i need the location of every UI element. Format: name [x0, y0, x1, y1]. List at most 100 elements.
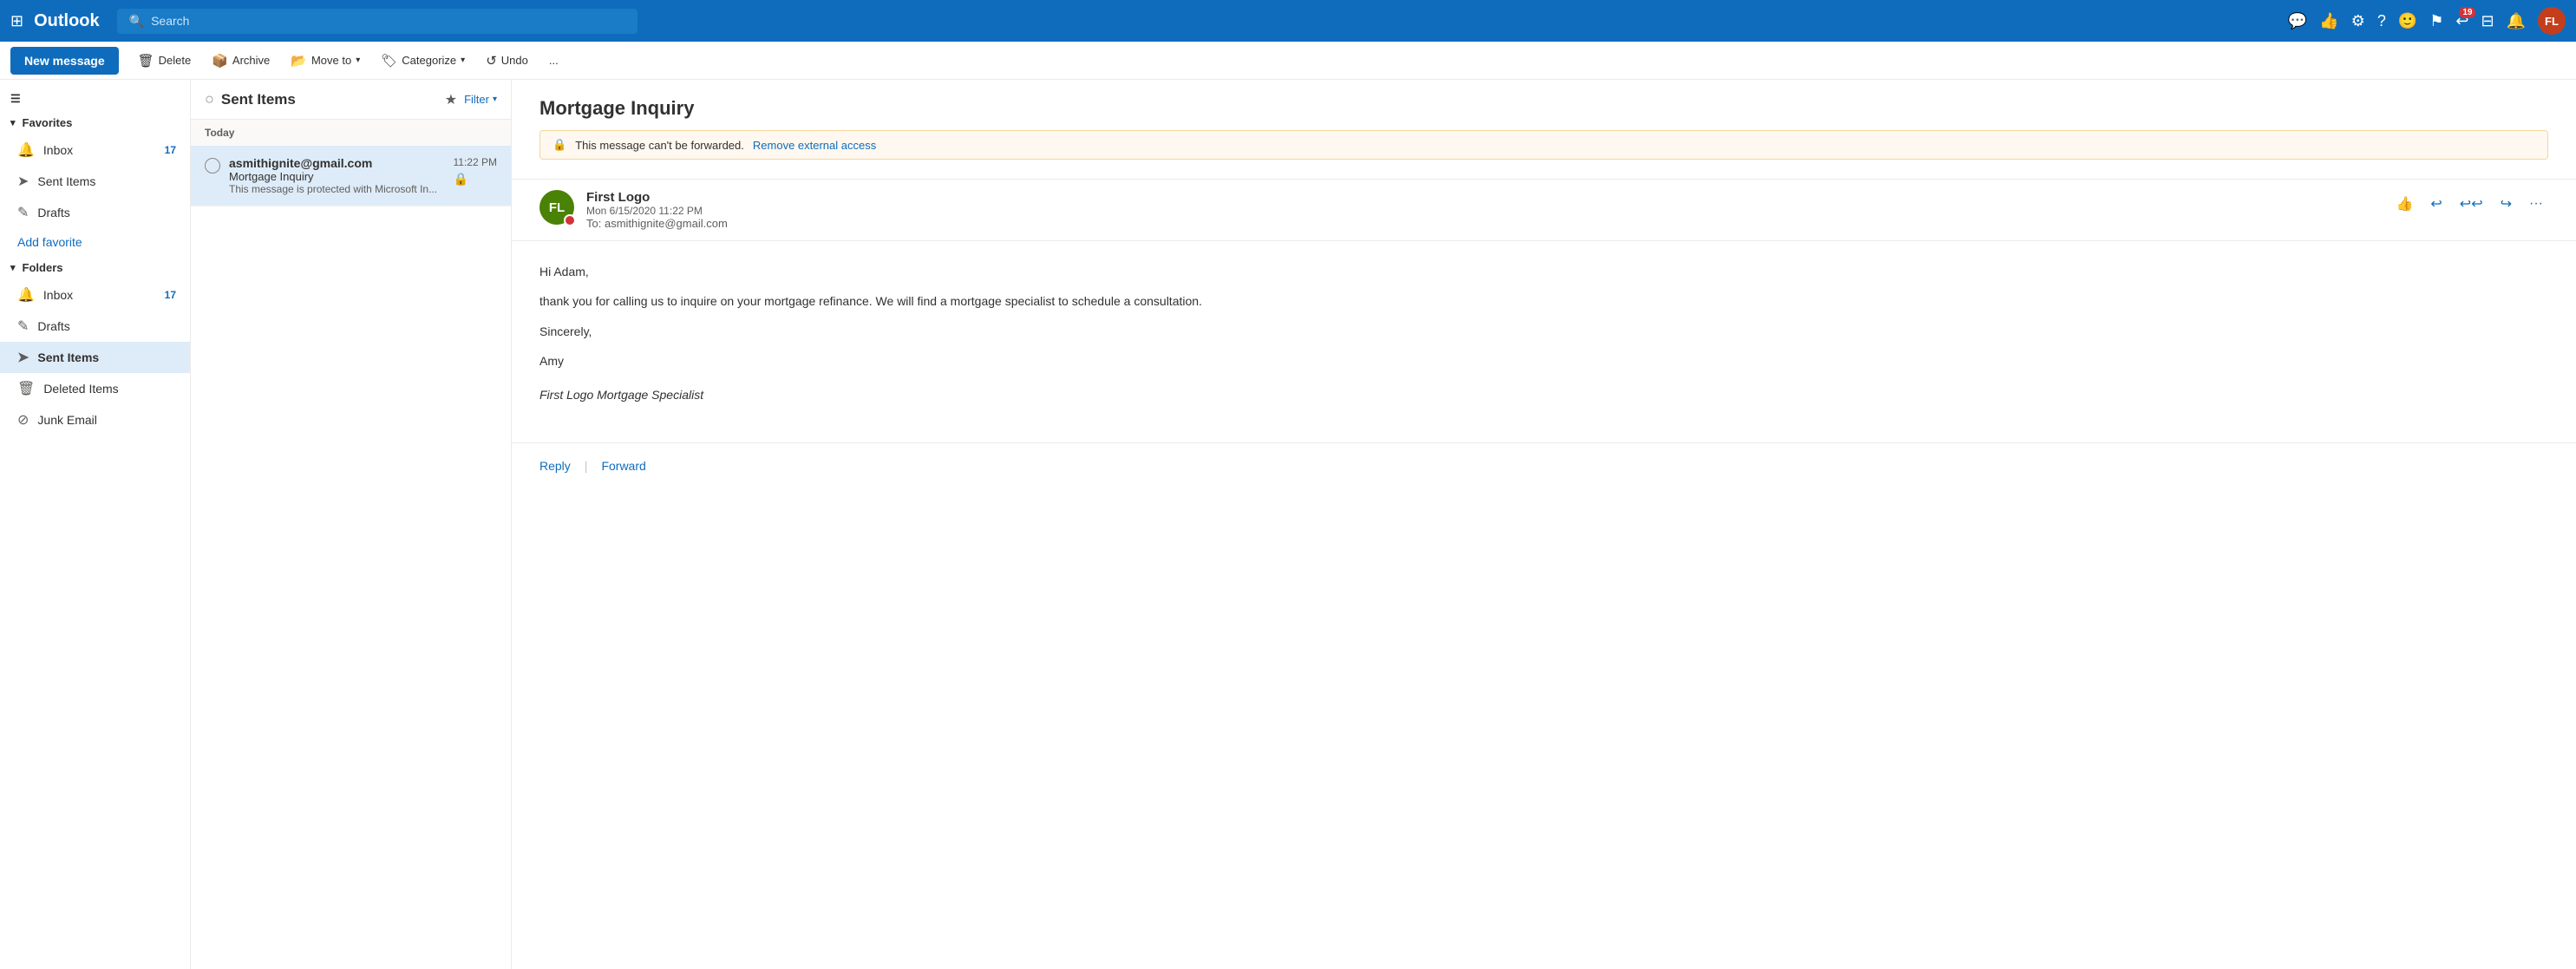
- sidebar-item-drafts[interactable]: ✎ Drafts: [0, 311, 190, 342]
- sidebar-item-favorites-inbox[interactable]: 🔔 Inbox 17: [0, 134, 190, 166]
- sidebar-item-sent[interactable]: ➤ Sent Items: [0, 342, 190, 373]
- footer-separator: |: [585, 459, 588, 473]
- sender-name: First Logo: [586, 190, 2378, 205]
- undo-button[interactable]: ↺ Undo: [477, 48, 537, 74]
- message-radio-0[interactable]: [205, 158, 220, 174]
- sender-status-badge: [564, 214, 576, 226]
- folder-name-label: Sent Items: [221, 91, 438, 108]
- reading-pane: Mortgage Inquiry 🔒 This message can't be…: [512, 80, 2576, 969]
- body-greeting: Hi Adam,: [539, 262, 2548, 281]
- message-item-0[interactable]: asmithignite@gmail.com Mortgage Inquiry …: [191, 146, 511, 206]
- categorize-icon: 🏷: [381, 53, 397, 69]
- waffle-icon[interactable]: ⊞: [10, 12, 23, 30]
- more-options-button[interactable]: ···: [2524, 191, 2548, 217]
- inbox-icon-2: 🔔: [17, 286, 35, 304]
- reading-header: Mortgage Inquiry 🔒 This message can't be…: [512, 80, 2576, 180]
- reply-all-button[interactable]: ↩↩: [2455, 190, 2488, 218]
- message-list-panel: ○ Sent Items ★ Filter ▾ Today asmithigni…: [191, 80, 512, 969]
- flag-icon[interactable]: ⚑: [2429, 12, 2443, 30]
- archive-button[interactable]: 📦 Archive: [203, 48, 278, 74]
- sidebar-item-favorites-sent[interactable]: ➤ Sent Items: [0, 166, 190, 197]
- notifications-icon[interactable]: ↩ 19: [2455, 12, 2468, 30]
- favorites-section-header[interactable]: ▾ Favorites: [0, 111, 190, 134]
- topbar: ⊞ Outlook 🔍 💬 👍 ⚙ ? 🙂 ⚑ ↩ 19 ⊟ 🔔 FL: [0, 0, 2576, 42]
- message-group-today: Today: [191, 120, 511, 146]
- drafts-icon-fav: ✎: [17, 204, 29, 221]
- message-time-0: 11:22 PM: [454, 156, 497, 168]
- protected-banner: 🔒 This message can't be forwarded. Remov…: [539, 130, 2548, 160]
- app-title: Outlook: [34, 11, 100, 31]
- main-layout: ☰ ▾ Favorites 🔔 Inbox 17 ➤ Sent Items ✎ …: [0, 80, 2576, 969]
- help-icon[interactable]: ?: [2377, 12, 2386, 30]
- email-date: Mon 6/15/2020 11:22 PM: [586, 205, 2378, 217]
- search-input[interactable]: [151, 14, 625, 28]
- lock-icon-banner: 🔒: [552, 138, 566, 152]
- settings-icon[interactable]: ⚙: [2351, 12, 2365, 30]
- move-to-button[interactable]: 📂 Move to ▾: [282, 48, 369, 74]
- sidebar: ☰ ▾ Favorites 🔔 Inbox 17 ➤ Sent Items ✎ …: [0, 80, 191, 969]
- email-subject: Mortgage Inquiry: [539, 97, 2548, 120]
- email-action-buttons: 👍 ↩ ↩↩ ↪ ···: [2390, 190, 2548, 218]
- hamburger-toggle[interactable]: ☰: [0, 87, 190, 111]
- delete-button[interactable]: 🗑 Delete: [129, 48, 200, 74]
- inbox-icon: 🔔: [17, 141, 35, 159]
- message-sender-0: asmithignite@gmail.com: [229, 156, 445, 170]
- thumbsup-button[interactable]: 👍: [2390, 190, 2418, 218]
- sidebar-item-deleted[interactable]: 🗑 Deleted Items: [0, 373, 190, 404]
- sender-info: First Logo Mon 6/15/2020 11:22 PM To: as…: [586, 190, 2378, 230]
- folders-section-header[interactable]: ▾ Folders: [0, 256, 190, 279]
- chevron-down-icon: ▾: [356, 56, 360, 65]
- body-signature: First Logo Mortgage Specialist: [539, 385, 2548, 404]
- email-body: Hi Adam, thank you for calling us to inq…: [512, 241, 2576, 442]
- sent-icon-fav: ➤: [17, 173, 29, 190]
- apps-icon[interactable]: ⊟: [2481, 12, 2494, 30]
- junk-icon: ⊘: [17, 411, 29, 429]
- reply-footer-button[interactable]: Reply: [539, 454, 571, 478]
- chevron-down-icon-2: ▾: [461, 56, 465, 65]
- move-icon: 📂: [291, 53, 307, 69]
- message-list-header: ○ Sent Items ★ Filter ▾: [191, 80, 511, 120]
- email-header-row: FL First Logo Mon 6/15/2020 11:22 PM To:…: [512, 180, 2576, 241]
- forward-footer-button[interactable]: Forward: [601, 454, 645, 478]
- categorize-button[interactable]: 🏷 Categorize ▾: [372, 48, 474, 74]
- topbar-icons: 💬 👍 ⚙ ? 🙂 ⚑ ↩ 19 ⊟ 🔔 FL: [2288, 7, 2566, 35]
- bell-icon[interactable]: 🔔: [2507, 12, 2526, 30]
- chevron-down-icon-fav: ▾: [10, 117, 16, 128]
- email-to-line: To: asmithignite@gmail.com: [586, 217, 2378, 230]
- skype-icon[interactable]: 💬: [2288, 12, 2307, 30]
- undo-icon: ↺: [486, 53, 497, 69]
- add-favorite-link[interactable]: Add favorite: [0, 228, 190, 256]
- archive-icon: 📦: [212, 53, 228, 69]
- select-all-circle[interactable]: ○: [205, 90, 214, 108]
- message-content-0: asmithignite@gmail.com Mortgage Inquiry …: [229, 156, 445, 195]
- user-avatar[interactable]: FL: [2538, 7, 2566, 35]
- remove-access-link[interactable]: Remove external access: [753, 139, 876, 152]
- message-meta-0: 11:22 PM 🔒: [454, 156, 497, 187]
- star-icon[interactable]: ★: [445, 91, 457, 108]
- body-name: Amy: [539, 351, 2548, 370]
- hamburger-icon: ☰: [10, 92, 21, 106]
- more-button[interactable]: ...: [540, 49, 567, 72]
- notification-badge: 19: [2459, 7, 2475, 18]
- sidebar-item-favorites-drafts[interactable]: ✎ Drafts: [0, 197, 190, 228]
- body-paragraph-1: thank you for calling us to inquire on y…: [539, 291, 2548, 311]
- email-footer: Reply | Forward: [512, 442, 2576, 499]
- filter-button[interactable]: Filter ▾: [464, 93, 497, 106]
- forward-button-header[interactable]: ↪: [2495, 190, 2517, 218]
- body-sincerely: Sincerely,: [539, 322, 2548, 341]
- delete-icon: 🗑: [138, 53, 154, 69]
- deleted-icon: 🗑: [17, 380, 35, 397]
- sidebar-item-inbox[interactable]: 🔔 Inbox 17: [0, 279, 190, 311]
- reply-button-header[interactable]: ↩: [2425, 190, 2447, 218]
- lock-icon: 🔒: [454, 172, 468, 187]
- sidebar-item-junk[interactable]: ⊘ Junk Email: [0, 404, 190, 435]
- chevron-down-icon-filter: ▾: [493, 95, 497, 104]
- new-message-button[interactable]: New message: [10, 47, 119, 75]
- emoji-icon[interactable]: 🙂: [2398, 12, 2417, 30]
- feedback-icon[interactable]: 👍: [2319, 12, 2338, 30]
- sender-avatar: FL: [539, 190, 574, 225]
- sent-icon: ➤: [17, 349, 29, 366]
- drafts-icon: ✎: [17, 318, 29, 335]
- search-box[interactable]: 🔍: [117, 9, 637, 34]
- chevron-down-icon-folders: ▾: [10, 262, 16, 273]
